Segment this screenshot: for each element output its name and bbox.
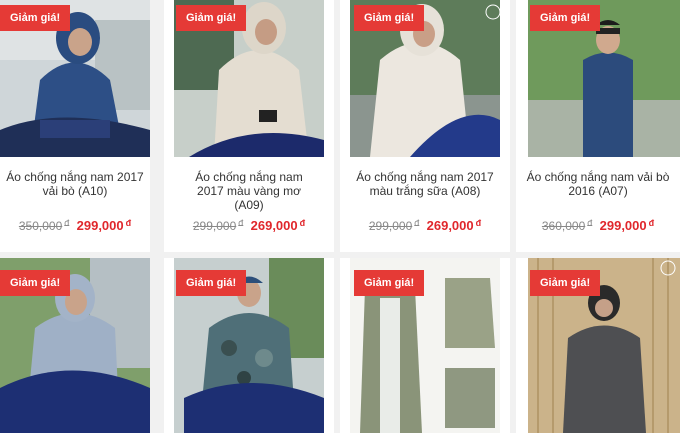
sale-badge: Giảm giá! (354, 5, 425, 31)
old-price: 350,000 đ (18, 218, 70, 233)
product-card[interactable]: Giảm giá! Áo chống nắng nam vải bò 2016 … (516, 0, 680, 252)
product-prices: 360,000 đ 299,000 đ (516, 218, 680, 233)
product-title[interactable]: Áo chống nắng nam 2017 vải bò (A10) (0, 170, 150, 198)
product-title[interactable]: Áo chống nắng nam 2017 màu trắng sữa (A0… (340, 170, 510, 198)
product-card[interactable]: Giảm giá! (164, 258, 334, 433)
sale-badge: Giảm giá! (0, 270, 71, 296)
product-card[interactable]: Giảm giá! Áo chống nắng nam 2017 vải bò … (0, 0, 150, 252)
product-prices: 299,000 đ 269,000 đ (164, 218, 334, 233)
product-card[interactable]: Giảm giá! (0, 258, 150, 433)
product-grid: Giảm giá! Áo chống nắng nam 2017 vải bò … (0, 0, 680, 433)
sale-price: 269,000 đ (426, 218, 482, 233)
sale-badge: Giảm giá! (176, 5, 247, 31)
old-price: 360,000 đ (541, 218, 593, 233)
product-prices: 350,000 đ 299,000 đ (0, 218, 150, 233)
sale-badge: Giảm giá! (354, 270, 425, 296)
product-card[interactable]: Giảm giá! Áo chống nắng nam 2017 màu vàn… (164, 0, 334, 252)
sale-badge: Giảm giá! (176, 270, 247, 296)
sale-badge: Giảm giá! (0, 5, 71, 31)
old-price: 299,000 đ (368, 218, 420, 233)
sale-price: 299,000 đ (599, 218, 655, 233)
old-price: 299,000 đ (192, 218, 244, 233)
product-card[interactable]: Giảm giá! (340, 258, 510, 433)
sale-badge: Giảm giá! (530, 270, 601, 296)
product-title[interactable]: Áo chống nắng nam vải bò 2016 (A07) (516, 170, 680, 198)
product-card[interactable]: Giảm giá! (516, 258, 680, 433)
product-title[interactable]: Áo chống nắng nam 2017 màu vàng mơ (A09) (164, 170, 334, 212)
product-prices: 299,000 đ 269,000 đ (340, 218, 510, 233)
product-card[interactable]: Giảm giá! Áo chống nắng nam 2017 màu trắ… (340, 0, 510, 252)
sale-badge: Giảm giá! (530, 5, 601, 31)
sale-price: 269,000 đ (250, 218, 306, 233)
sale-price: 299,000 đ (76, 218, 132, 233)
